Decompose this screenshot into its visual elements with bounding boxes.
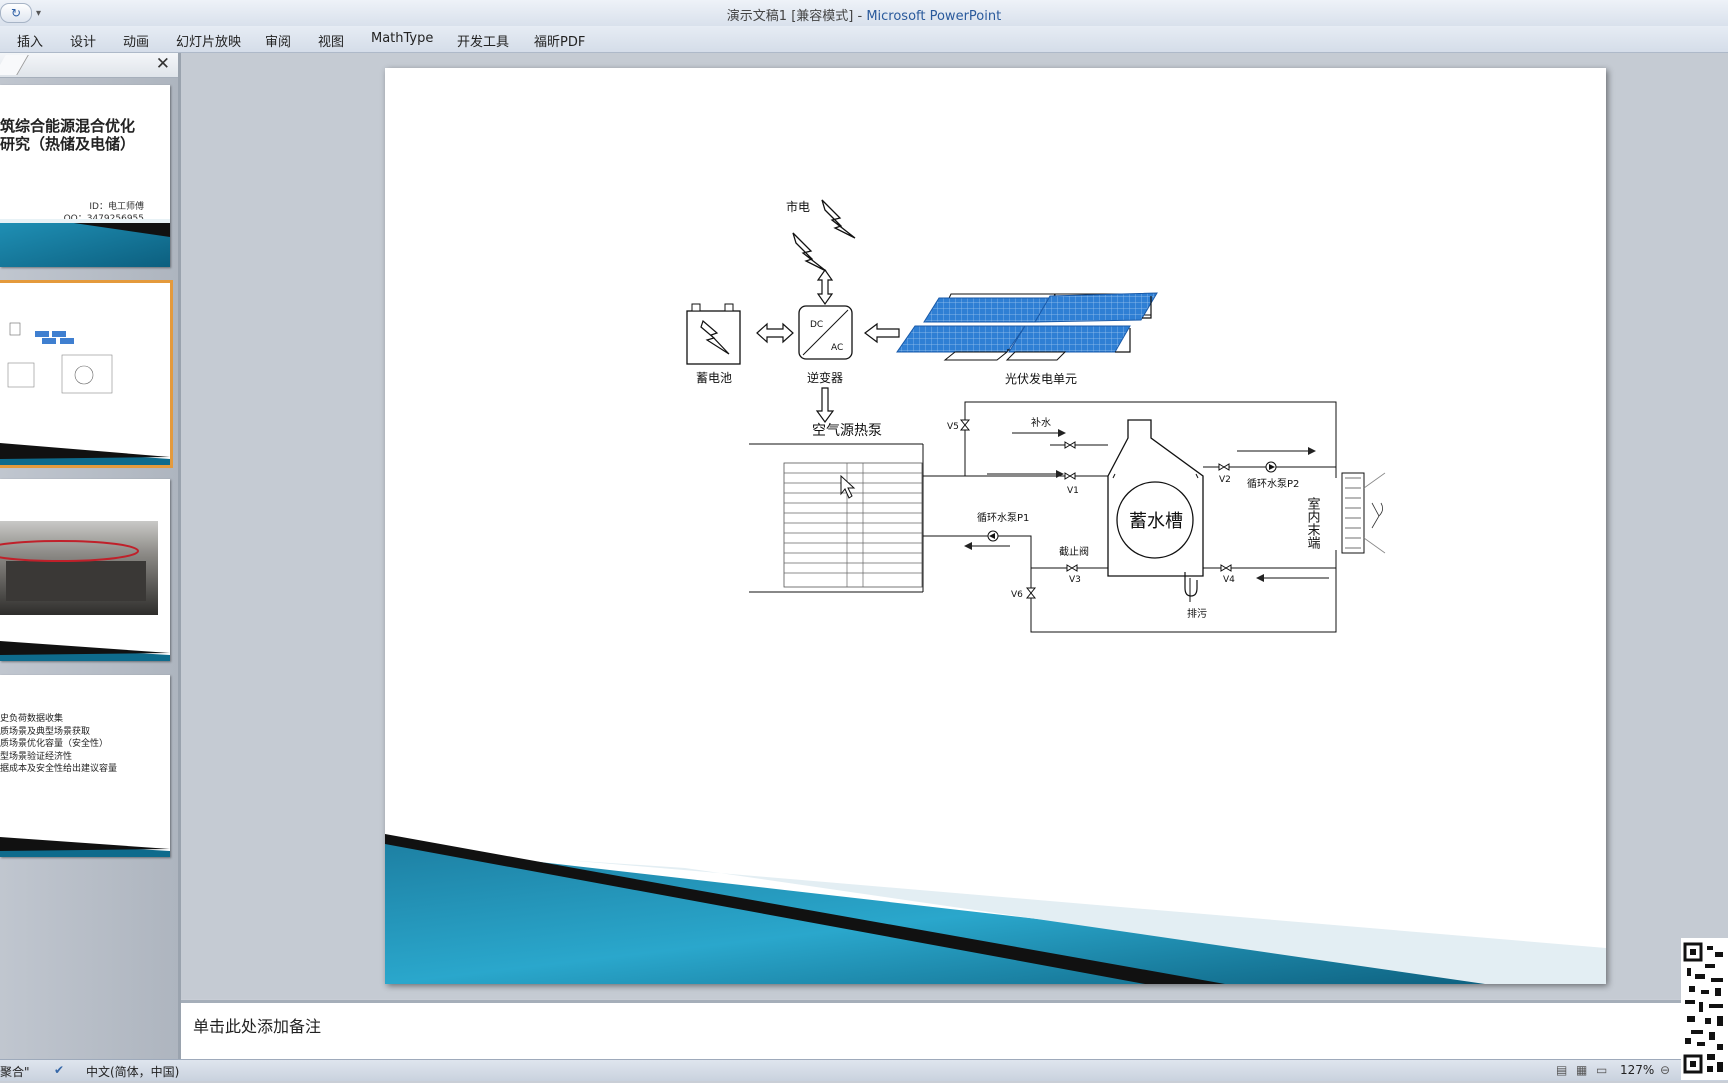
slideshow-view-icon[interactable]: ▭: [1596, 1063, 1607, 1077]
qr-code-icon: [1683, 942, 1723, 1074]
window-title: 演示文稿1 [兼容模式] - Microsoft PowerPoint: [0, 5, 1728, 24]
ribbon-tabs: 插入 设计 动画 幻灯片放映 审阅 视图 MathType 开发工具 福昕PDF: [0, 26, 1728, 53]
status-bar: 聚合" ✔ 中文(简体，中国) ▤ ▦ ▭ 127% ⊖: [0, 1059, 1728, 1081]
battery-label: 蓄电池: [696, 371, 732, 385]
grid-lightning-icon-2: [792, 232, 827, 272]
valve-v3-label: V3: [1069, 575, 1081, 585]
indoor-terminal-label: 室内末端: [1305, 496, 1321, 549]
pump-p2-icon: [1265, 461, 1277, 473]
valve-makeup-icon: [1064, 441, 1076, 449]
thumb-diagram-preview: [0, 322, 170, 465]
grid-lightning-icon: [821, 199, 856, 239]
valve-v1-label: V1: [1067, 486, 1079, 496]
valve-v5-label: V5: [947, 422, 959, 432]
normal-view-icon[interactable]: ▤: [1556, 1063, 1567, 1077]
notes-pane[interactable]: 单击此处添加备注: [181, 1000, 1728, 1060]
grid-label: 市电: [786, 199, 810, 214]
inverter-icon: [798, 305, 853, 360]
tab-developer[interactable]: 开发工具: [457, 31, 509, 50]
battery-icon: [686, 303, 741, 365]
tab-slideshow[interactable]: 幻灯片放映: [176, 31, 241, 50]
makeup-water-label: 补水: [1031, 416, 1051, 429]
pv-unit-label: 光伏发电单元: [1005, 371, 1077, 386]
slide-swoosh-decoration: [385, 834, 1606, 984]
pump-p1-icon: [987, 530, 999, 542]
language-status[interactable]: 中文(简体，中国): [86, 1063, 179, 1080]
drain-label: 排污: [1187, 607, 1207, 620]
valve-v4-icon: [1220, 564, 1232, 572]
inverter-ac-label: AC: [831, 343, 843, 353]
valve-v6-icon: [1025, 587, 1037, 599]
storage-tank-label: 蓄水槽: [1129, 511, 1183, 532]
zoom-out-icon[interactable]: ⊖: [1660, 1063, 1670, 1077]
slide-thumbnail-2[interactable]: [0, 280, 173, 468]
tab-review[interactable]: 审阅: [265, 31, 291, 50]
tab-insert[interactable]: 插入: [17, 31, 43, 50]
system-diagram: 市电 蓄电池 DC AC 逆变器 光伏发电单元 空气源热泵 V5 补水 V1 V…: [385, 199, 1606, 984]
theme-status[interactable]: 聚合": [0, 1063, 30, 1080]
valve-v4-label: V4: [1223, 575, 1235, 585]
tab-design[interactable]: 设计: [70, 31, 96, 50]
heat-pump-unit: [749, 443, 924, 593]
spellcheck-icon[interactable]: ✔: [54, 1063, 64, 1077]
slide-thumbnail-3[interactable]: [0, 479, 170, 661]
current-slide[interactable]: 市电 蓄电池 DC AC 逆变器 光伏发电单元 空气源热泵 V5 补水 V1 V…: [385, 68, 1606, 984]
valve-v6-label: V6: [1011, 590, 1023, 600]
heat-pump-label: 空气源热泵: [812, 423, 882, 439]
zoom-level[interactable]: 127%: [1620, 1063, 1654, 1077]
double-arrow-horizontal-icon: [756, 322, 794, 344]
qr-code-overlay: [1681, 938, 1728, 1080]
thumb-decoration: [0, 837, 170, 857]
document-title: 演示文稿1 [兼容模式] -: [726, 9, 867, 24]
arrow-left-icon: [864, 322, 900, 344]
outline-tab[interactable]: [0, 55, 29, 75]
arrow-down-icon: [815, 387, 835, 424]
valve-v3-icon: [1066, 564, 1078, 572]
inverter-label: 逆变器: [807, 370, 843, 385]
valve-v2-label: V2: [1219, 475, 1231, 485]
slides-pane-header: ✕: [0, 53, 178, 78]
slide-thumbnail-4[interactable]: 史负荷数据收集 质场景及典型场景获取 质场景优化容量（安全性） 型场景验证经济性…: [0, 675, 170, 857]
tab-animations[interactable]: 动画: [123, 31, 149, 50]
thumb-decoration: [0, 219, 170, 267]
double-arrow-vertical-icon: [816, 268, 834, 306]
valve-v2-icon: [1218, 463, 1230, 471]
pump-p2-label: 循环水泵P2: [1247, 477, 1299, 490]
valve-v5-icon: [959, 419, 971, 431]
thumb-photo: [0, 521, 170, 661]
storage-tank: [1107, 419, 1204, 577]
tab-view[interactable]: 视图: [318, 31, 344, 50]
inverter-dc-label: DC: [810, 320, 823, 330]
valve-v1-icon: [1064, 472, 1076, 480]
notes-placeholder[interactable]: 单击此处添加备注: [193, 1013, 321, 1037]
app-title: Microsoft PowerPoint: [866, 9, 1002, 24]
tab-foxit-pdf[interactable]: 福昕PDF: [534, 31, 585, 50]
pv-panels-icon: [896, 292, 1158, 361]
check-valve-label: 截止阀: [1059, 545, 1089, 558]
pump-p1-label: 循环水泵P1: [977, 511, 1029, 524]
close-icon[interactable]: ✕: [156, 54, 170, 74]
tab-mathtype[interactable]: MathType: [371, 31, 433, 46]
indoor-terminal-unit: [1341, 472, 1386, 554]
title-bar: ↻ ▾ 演示文稿1 [兼容模式] - Microsoft PowerPoint: [0, 0, 1728, 27]
slides-pane: ✕ 筑综合能源混合优化 研究（热储及电储） ID：电工师傅 QQ：3479256…: [0, 53, 181, 1059]
slide-thumbnail-1[interactable]: 筑综合能源混合优化 研究（热储及电储） ID：电工师傅 QQ：347925695…: [0, 85, 170, 267]
sorter-view-icon[interactable]: ▦: [1576, 1063, 1587, 1077]
